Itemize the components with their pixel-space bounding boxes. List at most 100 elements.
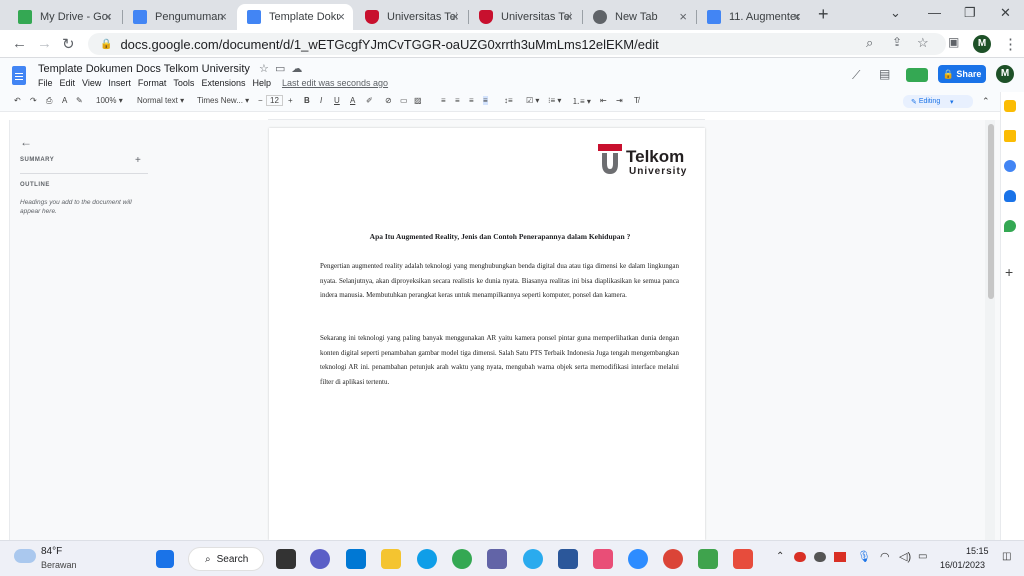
justify-icon[interactable]: ≡ bbox=[483, 96, 488, 105]
telegram-icon[interactable] bbox=[523, 549, 543, 569]
new-tab-icon[interactable]: + bbox=[818, 4, 829, 25]
italic-icon[interactable]: I bbox=[320, 96, 322, 105]
tab-augmented[interactable]: 11. Augmented × bbox=[697, 4, 809, 30]
keep-icon[interactable] bbox=[1004, 130, 1016, 142]
tab-universitas-telkom-2[interactable]: Universitas Telk × bbox=[469, 4, 581, 30]
tab-pengumuman[interactable]: Pengumuman × bbox=[123, 4, 235, 30]
align-center-icon[interactable]: ≡ bbox=[455, 96, 460, 105]
start-icon[interactable] bbox=[156, 550, 174, 568]
share-button[interactable]: 🔒 Share bbox=[938, 65, 986, 83]
activity-icon[interactable]: ⟋ bbox=[852, 68, 860, 83]
clock-date[interactable]: 16/01/2023 bbox=[940, 560, 985, 570]
undo-icon[interactable]: ↶ bbox=[14, 96, 21, 105]
back-icon[interactable]: ← bbox=[12, 35, 27, 52]
tab-new-tab[interactable]: New Tab × bbox=[583, 4, 695, 30]
word-icon[interactable] bbox=[558, 549, 578, 569]
wifi-icon[interactable]: ◠ bbox=[880, 550, 890, 563]
menu-format[interactable]: Format bbox=[138, 78, 167, 88]
menu-edit[interactable]: Edit bbox=[60, 78, 76, 88]
camtasia-icon[interactable] bbox=[698, 549, 718, 569]
edge-icon[interactable] bbox=[417, 549, 437, 569]
comments-icon[interactable]: ▤ bbox=[879, 67, 890, 81]
redo-icon[interactable]: ↷ bbox=[30, 96, 37, 105]
forward-icon[interactable]: → bbox=[37, 35, 52, 52]
tray-app-icon[interactable] bbox=[794, 552, 806, 562]
document-page[interactable]: Telkom University Apa Itu Augmented Real… bbox=[269, 128, 705, 540]
close-icon[interactable]: × bbox=[104, 9, 112, 24]
comment-icon[interactable]: ▭ bbox=[400, 96, 408, 105]
menu-insert[interactable]: Insert bbox=[108, 78, 131, 88]
restore-icon[interactable]: ❐ bbox=[964, 5, 976, 21]
link-icon[interactable]: ⊘ bbox=[385, 96, 392, 105]
browser-menu-icon[interactable]: ⋮ bbox=[1003, 35, 1018, 53]
chrome-icon[interactable] bbox=[663, 549, 683, 569]
font-size-decrease[interactable]: − bbox=[258, 96, 263, 105]
close-icon[interactable]: × bbox=[451, 9, 459, 24]
chevron-down-icon[interactable]: ⌄ bbox=[890, 5, 901, 21]
microphone-icon[interactable]: 🎙 bbox=[857, 550, 871, 563]
tray-expand-icon[interactable]: ⌃ bbox=[776, 551, 784, 562]
last-edit-link[interactable]: Last edit was seconds ago bbox=[282, 78, 388, 88]
close-icon[interactable]: × bbox=[793, 9, 801, 24]
font-select[interactable]: Times New... ▾ bbox=[197, 96, 249, 105]
line-spacing-icon[interactable]: ↕≡ bbox=[504, 96, 513, 105]
mail-icon[interactable] bbox=[346, 549, 366, 569]
text-color-icon[interactable]: A bbox=[350, 96, 355, 105]
file-explorer-icon[interactable] bbox=[381, 549, 401, 569]
meet-icon[interactable] bbox=[906, 68, 928, 82]
calendar-icon[interactable] bbox=[1004, 100, 1016, 112]
url-bar[interactable]: 🔒 docs.google.com/document/d/1_wETGcgfYJ… bbox=[88, 33, 946, 55]
tab-my-drive[interactable]: My Drive - Goo × bbox=[8, 4, 120, 30]
tasks-icon[interactable] bbox=[1004, 160, 1016, 172]
contacts-icon[interactable] bbox=[1004, 190, 1016, 202]
back-arrow-icon[interactable]: ← bbox=[20, 135, 150, 149]
clock-time[interactable]: 15:15 bbox=[966, 546, 989, 556]
font-size-input[interactable]: 12 bbox=[266, 95, 283, 106]
chrome-profile-icon[interactable] bbox=[452, 549, 472, 569]
tray-app-icon[interactable] bbox=[814, 552, 826, 562]
highlight-icon[interactable]: ✐ bbox=[366, 96, 373, 105]
move-folder-icon[interactable]: ▭ bbox=[275, 63, 285, 75]
clear-format-icon[interactable]: T̸ bbox=[634, 96, 639, 105]
tray-app-icon[interactable] bbox=[834, 552, 846, 562]
weather-cloud-icon[interactable] bbox=[14, 549, 36, 563]
close-icon[interactable]: × bbox=[565, 9, 573, 24]
decrease-indent-icon[interactable]: ⇤ bbox=[600, 96, 607, 105]
reload-icon[interactable]: ↻ bbox=[62, 35, 75, 53]
taskbar-search[interactable]: ⌕ Search bbox=[188, 547, 264, 571]
snipping-icon[interactable] bbox=[593, 549, 613, 569]
align-right-icon[interactable]: ≡ bbox=[469, 96, 474, 105]
tab-template-dokumen[interactable]: Template Doku × bbox=[237, 4, 353, 30]
menu-help[interactable]: Help bbox=[252, 78, 271, 88]
weather-status[interactable]: Berawan bbox=[41, 560, 77, 570]
menu-file[interactable]: File bbox=[38, 78, 53, 88]
weather-temp[interactable]: 84°F bbox=[41, 546, 62, 557]
increase-indent-icon[interactable]: ⇥ bbox=[616, 96, 623, 105]
menu-extensions[interactable]: Extensions bbox=[201, 78, 245, 88]
maps-icon[interactable] bbox=[1004, 220, 1016, 232]
align-left-icon[interactable]: ≡ bbox=[441, 96, 446, 105]
profile-avatar[interactable]: M bbox=[973, 35, 991, 53]
close-icon[interactable]: × bbox=[337, 9, 345, 24]
menu-view[interactable]: View bbox=[82, 78, 101, 88]
notifications-icon[interactable]: ◫ bbox=[1002, 551, 1011, 562]
style-select[interactable]: Normal text ▾ bbox=[137, 96, 184, 105]
zoom-icon[interactable] bbox=[628, 549, 648, 569]
chat-icon[interactable] bbox=[310, 549, 330, 569]
checklist-icon[interactable]: ☑ ▾ bbox=[526, 96, 539, 105]
task-view-icon[interactable] bbox=[276, 549, 296, 569]
volume-icon[interactable]: ◁) bbox=[899, 550, 911, 563]
bookmark-star-icon[interactable]: ☆ bbox=[917, 35, 929, 51]
image-icon[interactable]: ▨ bbox=[414, 96, 422, 105]
editing-mode-select[interactable]: ✎ Editing ▾ bbox=[903, 95, 973, 108]
side-panel-icon[interactable]: ▣ bbox=[948, 35, 959, 49]
scrollbar-thumb[interactable] bbox=[988, 124, 994, 299]
bold-icon[interactable]: B bbox=[304, 96, 310, 105]
font-size-increase[interactable]: + bbox=[288, 96, 293, 105]
teams-icon[interactable] bbox=[487, 549, 507, 569]
tab-universitas-telkom-1[interactable]: Universitas Telk × bbox=[355, 4, 467, 30]
minimize-icon[interactable]: — bbox=[928, 5, 941, 20]
recorder-icon[interactable] bbox=[733, 549, 753, 569]
bullet-list-icon[interactable]: ⁝≡ ▾ bbox=[548, 96, 561, 105]
numbered-list-icon[interactable]: ⒈≡ ▾ bbox=[572, 96, 591, 107]
